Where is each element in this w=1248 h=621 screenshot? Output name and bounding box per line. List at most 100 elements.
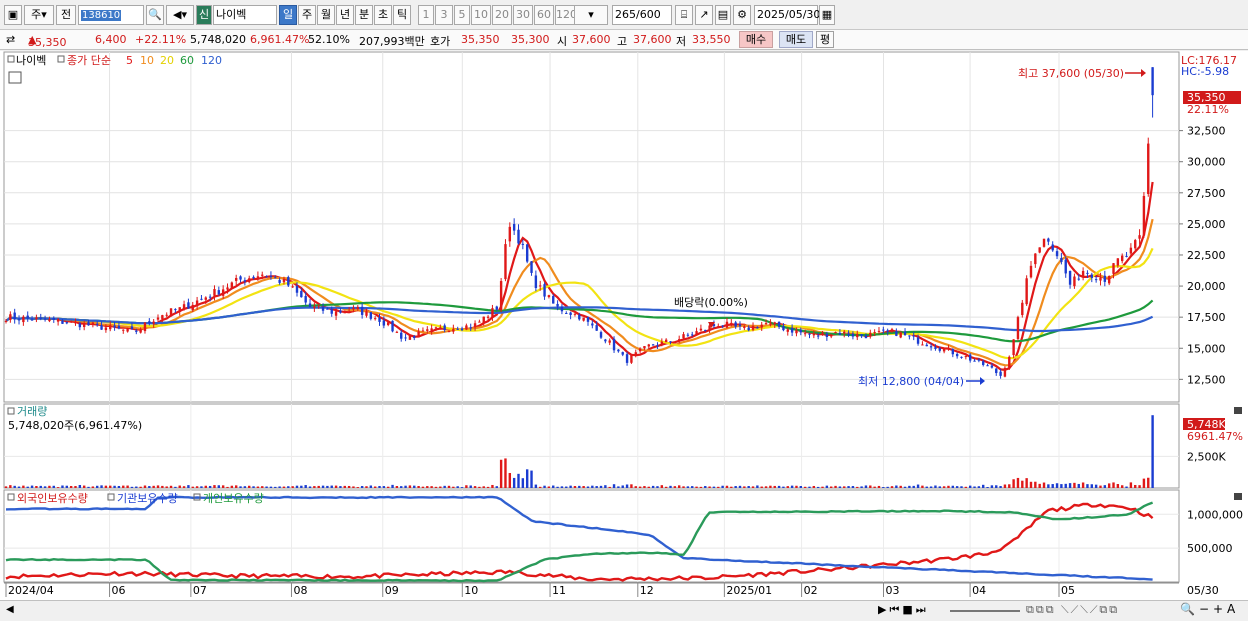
period-tab-3[interactable]: 년 — [336, 5, 354, 25]
volume-bar — [395, 486, 399, 488]
minute-tab-30[interactable]: 30 — [513, 5, 533, 25]
period-tab-5[interactable]: 초 — [374, 5, 392, 25]
candle-body — [790, 328, 794, 333]
chart-type-select[interactable]: 주▾ — [24, 5, 54, 25]
zoom-slider[interactable] — [950, 610, 1020, 612]
volume-bar — [608, 486, 611, 488]
candle-body — [300, 290, 303, 298]
volume-bar — [161, 485, 164, 488]
holdings-panel-close-icon[interactable] — [1234, 493, 1242, 500]
volume-value: 5,748,020 — [190, 33, 246, 46]
refresh-icon[interactable]: ⇄ — [6, 33, 15, 46]
volume-bar — [1147, 477, 1150, 488]
volume-bar — [534, 484, 538, 488]
candle-body — [465, 325, 468, 330]
zoom-controls[interactable]: 🔍−+A — [1180, 602, 1239, 616]
candle-body — [317, 305, 320, 307]
code-input[interactable]: 138610 — [78, 5, 144, 25]
period-tab-0[interactable]: 일 — [279, 5, 297, 25]
minute-tab-20[interactable]: 20 — [492, 5, 512, 25]
candle-body — [291, 286, 294, 288]
search-icon[interactable]: 🔍 — [146, 5, 164, 25]
layout-icon[interactable]: ▣ — [4, 5, 22, 25]
minute-tab-5[interactable]: 5 — [454, 5, 470, 25]
candle-body — [686, 334, 690, 336]
eval-button[interactable]: 평 — [816, 31, 834, 48]
playback-controls[interactable]: ▶⏮■⏭ — [878, 603, 929, 617]
volume-bar — [882, 487, 885, 488]
volume-bar — [91, 486, 95, 488]
x-tick-label-9: 02 — [804, 584, 818, 597]
candle-body — [1051, 244, 1054, 251]
sell-button[interactable]: 매도 — [779, 31, 813, 48]
candle-body — [925, 344, 928, 347]
candle-body — [347, 311, 351, 313]
minute-select[interactable]: ▾ — [574, 5, 608, 25]
minute-tab-1[interactable]: 1 — [418, 5, 434, 25]
candle-body — [30, 319, 34, 321]
volume-bar — [1107, 483, 1111, 488]
volume-bar — [143, 485, 147, 488]
period-tab-4[interactable]: 분 — [355, 5, 373, 25]
volume-bar — [599, 485, 603, 488]
volume-bar — [447, 485, 451, 488]
volume-bar — [1060, 484, 1063, 488]
gear-icon[interactable]: ⚙ — [733, 5, 751, 25]
candle-body — [621, 352, 624, 355]
volume-bar — [877, 485, 881, 488]
volume-bar — [812, 485, 816, 488]
sound-icon[interactable]: ◀▾ — [166, 5, 194, 25]
volume-bar — [565, 486, 568, 488]
table-icon[interactable] — [8, 71, 22, 84]
candle-body — [960, 356, 963, 358]
candle-body — [512, 224, 516, 231]
volume-panel-close-icon[interactable] — [1234, 407, 1242, 414]
volume-bar — [139, 486, 142, 488]
drawing-tools-icons[interactable]: ⧉⧉⧉ ⟍⟋⟍⟋⧉⧉ — [1026, 603, 1119, 617]
candle-body — [617, 349, 620, 352]
candle-body — [139, 329, 142, 333]
save-icon[interactable]: ▤ — [715, 5, 731, 25]
stock-name-field[interactable]: 나이벡 — [213, 5, 277, 25]
candle-body — [704, 329, 707, 331]
candle-body — [955, 353, 959, 357]
prev-button[interactable]: 전 — [56, 5, 76, 25]
volume-bar — [1120, 485, 1124, 488]
volume-bar — [430, 486, 433, 488]
volume-bar — [248, 485, 251, 488]
line-icon[interactable]: ↗ — [695, 5, 713, 25]
calendar-icon[interactable]: ▦ — [819, 5, 835, 25]
count-field[interactable]: 265/600 — [612, 5, 672, 25]
scroll-left-icon[interactable]: ◀ — [6, 604, 14, 615]
candle-body — [48, 319, 51, 322]
candle-icon[interactable]: ⌸ — [675, 5, 693, 25]
candle-body — [851, 333, 855, 337]
candle-body — [552, 296, 555, 304]
candle-body — [1003, 367, 1007, 377]
volume-bar — [730, 486, 733, 488]
candle-body — [208, 296, 212, 298]
date-field[interactable]: 2025/05/30 — [754, 5, 820, 25]
minute-tab-10[interactable]: 10 — [471, 5, 491, 25]
volume-bar — [1021, 480, 1024, 488]
minute-tab-60[interactable]: 60 — [534, 5, 554, 25]
period-tab-1[interactable]: 주 — [298, 5, 316, 25]
minute-tab-3[interactable]: 3 — [435, 5, 453, 25]
candle-body — [243, 280, 247, 282]
volume-bar — [704, 486, 707, 488]
volume-bar — [1068, 483, 1072, 488]
volume-bar — [830, 486, 833, 488]
price-chart[interactable]: 32,500 30,000 27,500 25,000 22,500 20,000 17,5… — [0, 51, 1248, 603]
x-tick-label-11: 04 — [972, 584, 986, 597]
volume-bar — [921, 485, 924, 488]
buy-button[interactable]: 매수 — [739, 31, 773, 48]
candle-body — [743, 326, 746, 328]
period-tab-6[interactable]: 틱 — [393, 5, 411, 25]
volume-bar — [295, 485, 299, 488]
volume-bar — [369, 485, 373, 488]
volume-bar — [677, 485, 681, 488]
volume-bar — [1081, 482, 1085, 488]
candle-body — [434, 327, 438, 329]
volume-bar — [1051, 484, 1054, 488]
period-tab-2[interactable]: 월 — [317, 5, 335, 25]
